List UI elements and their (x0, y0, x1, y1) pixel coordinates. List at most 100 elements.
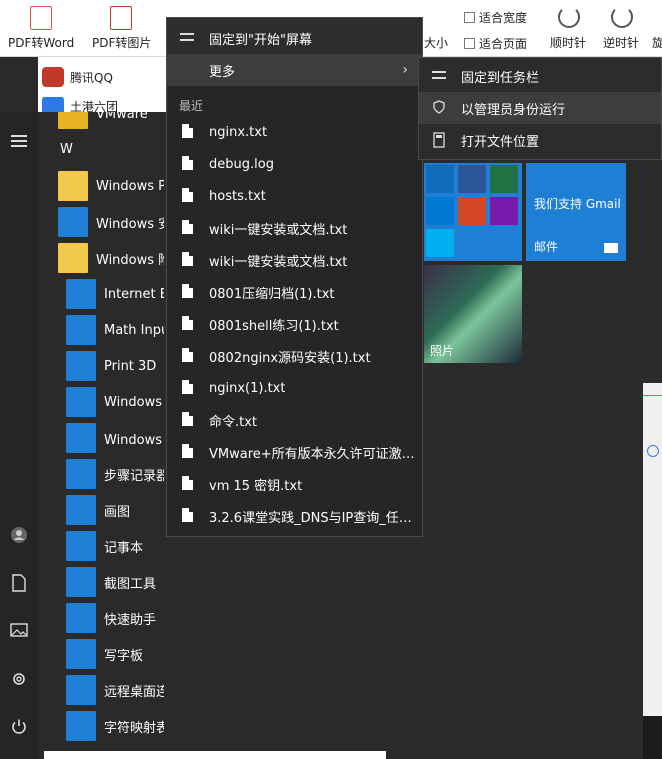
pdf-to-word-button[interactable]: PDF转Word (8, 0, 78, 57)
app-item-character-map[interactable]: 字符映射表 (66, 709, 164, 743)
recent-file-item[interactable]: 命令.txt (167, 404, 422, 436)
recent-file-label: hosts.txt (209, 188, 266, 204)
fit-page-button[interactable]: 适合页面 (464, 35, 527, 52)
pdf-image-icon (110, 6, 132, 30)
context-menu: 固定到"开始"屏幕 更多 › 最近 nginx.txt debug.log ho… (166, 17, 423, 537)
menu-item-run-as-admin[interactable]: 以管理员身份运行 (419, 92, 661, 124)
pdf-to-image-label: PDF转图片 (92, 36, 152, 50)
menu-item-pin-taskbar[interactable]: 固定到任务栏 (419, 60, 661, 92)
internet-explorer-icon (66, 279, 96, 309)
app-item-internet-explorer[interactable]: Internet Ex (66, 277, 164, 311)
menu-item-more[interactable]: 更多 › (167, 54, 422, 86)
recent-file-label: 0801shell练习(1).txt (209, 318, 339, 334)
rotate-counterclockwise-button[interactable]: 逆时针 (603, 0, 643, 57)
rotate-counterclockwise-icon (611, 6, 633, 28)
math-input-icon (66, 315, 96, 345)
app-item-remote-desktop[interactable]: 远程桌面连接 (66, 673, 164, 707)
user-icon[interactable] (9, 526, 29, 546)
recent-file-label: wiki一键安装或文档.txt (209, 254, 348, 270)
fit-width-button[interactable]: 适合宽度 (464, 9, 527, 26)
help-icon (647, 445, 659, 457)
notepad-icon (66, 531, 96, 561)
pictures-icon[interactable] (9, 622, 29, 642)
tencent-qq-label: 腾讯QQ (70, 70, 113, 85)
menu-item-label: 更多 (209, 64, 236, 80)
documents-icon[interactable] (9, 574, 29, 594)
recent-file-item[interactable]: nginx(1).txt (167, 372, 422, 404)
app-label: Windows 附 (96, 252, 164, 268)
recent-file-item[interactable]: nginx.txt (167, 116, 422, 148)
fit-width-label: 适合宽度 (479, 11, 528, 25)
recent-file-item[interactable]: 0801shell练习(1).txt (167, 308, 422, 340)
mail-icon (604, 243, 618, 253)
app-item-notepad[interactable]: 记事本 (66, 529, 164, 563)
rotate-clockwise-icon (558, 6, 580, 28)
file-icon (179, 156, 195, 172)
recent-file-item[interactable]: 0802nginx源码安装(1).txt (167, 340, 422, 372)
power-icon[interactable] (9, 718, 29, 738)
snipping-tool-icon (66, 567, 96, 597)
recent-file-label: 0802nginx源码安装(1).txt (209, 350, 371, 366)
app-label: 步骤记录器 (104, 468, 164, 484)
office-tile-group[interactable] (424, 163, 522, 261)
menu-item-open-location[interactable]: 打开文件位置 (419, 124, 661, 156)
pdf-to-image-button[interactable]: PDF转图片 (92, 0, 154, 57)
recent-file-label: VMware+所有版本永久许可证激活秘... (209, 446, 422, 462)
app-item-quick-assist[interactable]: 快速助手 (66, 601, 164, 635)
app-item-steps-recorder[interactable]: 步骤记录器 (66, 457, 164, 491)
gmail-tile-title: 我们支持 Gmail (534, 197, 621, 211)
app-item-vmware[interactable]: VMware (58, 112, 164, 131)
divider (643, 395, 662, 396)
recent-file-item[interactable]: wiki一键安装或文档.txt (167, 212, 422, 244)
app-label: Windows 安 (96, 216, 164, 232)
size-button[interactable]: 大小 (424, 0, 450, 57)
app-item-paint[interactable]: 画图 (66, 493, 164, 527)
pin-icon (431, 68, 447, 84)
recent-file-item[interactable]: hosts.txt (167, 180, 422, 212)
app-item-snipping-tool[interactable]: 截图工具 (66, 565, 164, 599)
app-item-windows-security[interactable]: Windows 安 (58, 205, 164, 239)
onenote-icon (490, 197, 518, 225)
app-item-windows-media[interactable]: Windows M (66, 385, 164, 419)
recent-file-label: debug.log (209, 156, 274, 172)
menu-item-label: 固定到"开始"屏幕 (209, 32, 312, 48)
app-item-windows-accessories[interactable]: Windows 附 (58, 241, 164, 275)
taskbar-highlight (44, 751, 386, 759)
section-letter-w[interactable]: W (60, 142, 73, 157)
app-item-print-3d[interactable]: Print 3D (66, 349, 164, 383)
photos-tile-label: 照片 (430, 344, 455, 358)
settings-gear-icon[interactable] (9, 670, 29, 690)
app-label: Windows M (104, 394, 164, 410)
menu-item-pin-start[interactable]: 固定到"开始"屏幕 (167, 22, 422, 54)
app-item-windows-fax[interactable]: Windows 传 (66, 421, 164, 455)
file-icon (179, 284, 195, 300)
menu-item-label: 以管理员身份运行 (461, 102, 566, 118)
app-label: 截图工具 (104, 576, 157, 592)
file-icon (179, 220, 195, 236)
app-label: Windows 传 (104, 432, 164, 448)
recent-file-item[interactable]: 0801压缩归档(1).txt (167, 276, 422, 308)
mail-tile[interactable]: 我们支持 Gmail 邮件 (526, 163, 626, 261)
app-item-wordpad[interactable]: 写字板 (66, 637, 164, 671)
app-item-windows-powershell[interactable]: Windows Po (58, 169, 164, 203)
recent-file-label: wiki一键安装或文档.txt (209, 222, 348, 238)
more-submenu: 固定到任务栏 以管理员身份运行 打开文件位置 (418, 57, 662, 160)
rotate-partial-button[interactable]: 旋 (652, 0, 662, 57)
hamburger-icon[interactable] (9, 132, 29, 152)
folder-icon (58, 243, 88, 273)
photos-tile[interactable]: 照片 (424, 265, 522, 363)
tencent-qq-shortcut[interactable]: 腾讯QQ (42, 65, 113, 89)
paint-icon (66, 495, 96, 525)
recent-file-item[interactable]: vm 15 密钥.txt (167, 468, 422, 500)
file-icon (179, 476, 195, 492)
recent-file-item[interactable]: wiki一键安装或文档.txt (167, 244, 422, 276)
app-label: Windows Po (96, 178, 164, 194)
recent-file-item[interactable]: debug.log (167, 148, 422, 180)
size-label: 大小 (424, 36, 449, 50)
file-icon (179, 316, 195, 332)
recent-file-item[interactable]: VMware+所有版本永久许可证激活秘... (167, 436, 422, 468)
app-item-math-input[interactable]: Math Inpu (66, 313, 164, 347)
recent-file-item[interactable]: 3.2.6课堂实践_DNS与IP查询_任务1过... (167, 500, 422, 532)
media-player-icon (66, 387, 96, 417)
rotate-clockwise-button[interactable]: 顺时针 (550, 0, 590, 57)
